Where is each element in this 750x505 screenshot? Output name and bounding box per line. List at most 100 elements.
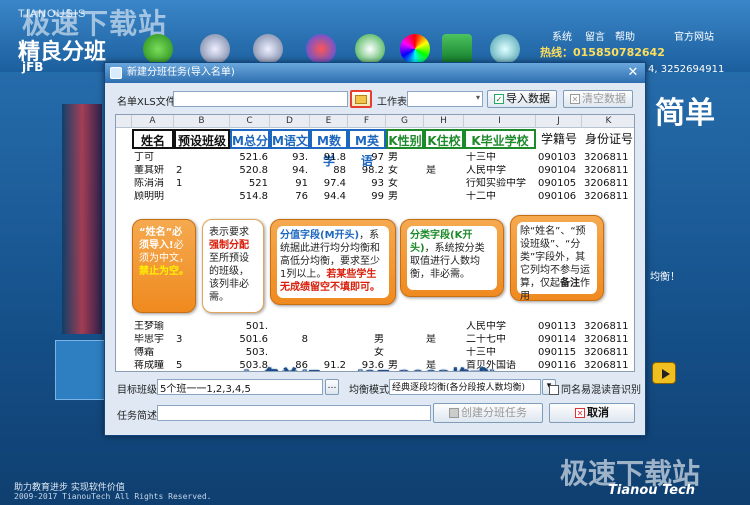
sheet-cell (232, 204, 268, 216)
link-icon[interactable] (355, 34, 385, 64)
clear-data-button[interactable]: ✕ 清空数据 (563, 90, 633, 108)
help-link[interactable]: 帮助 (615, 28, 635, 43)
side-text: 简单 (655, 96, 715, 131)
same-name-option[interactable]: 同名易混读音识别 (549, 381, 641, 396)
create-task-button[interactable]: 创建分班任务 (433, 403, 543, 423)
import-data-button[interactable]: ✓ 导入数据 (487, 90, 557, 108)
qq-number: 4, 3252694911 (648, 64, 725, 75)
tip-name: “姓名”必须导入!必须为中文，禁止为空。 (132, 219, 196, 313)
sheet-cell: 5 (176, 360, 183, 371)
sheet-cell: 3 (176, 334, 183, 345)
sheet-cell: 090105 (538, 178, 577, 189)
header-gender: K性别 (386, 129, 424, 149)
cancel-icon: ✕ (575, 408, 585, 418)
sheet-cell: 蒋成瞳 (134, 360, 164, 371)
target-class-value: 5个班一一1,2,3,4,5 (160, 384, 251, 395)
sheet-cell: 94.4 (323, 191, 346, 202)
sheet-label: 工作表 (377, 97, 407, 108)
target-class-input[interactable]: 5个班一一1,2,3,4,5 (157, 379, 323, 395)
new-task-dialog: 新建分班任务(导入名单) ✕ 名单XLS文件 工作表 ▾ ✓ 导入数据 ✕ 清空数据… (104, 62, 646, 436)
sheet-cell: 2 (176, 165, 183, 176)
col-letter: C (230, 115, 270, 128)
sheet-cell: 91.8 (323, 152, 346, 163)
sheet-cell: 3206811 (584, 178, 629, 189)
desc-input[interactable] (157, 405, 431, 421)
sheet-cell (176, 347, 228, 359)
globe-icon[interactable] (490, 34, 520, 64)
sheet-cell: 76 (295, 191, 308, 202)
play-button[interactable] (652, 362, 676, 384)
sheet-cell (350, 204, 384, 216)
message-link[interactable]: 留言 (585, 28, 605, 43)
sheet-cell (388, 334, 422, 346)
sheet-cell (272, 204, 308, 216)
sheet-cell: 88 (333, 165, 346, 176)
side-banner (62, 104, 102, 334)
col-letter: K (582, 115, 634, 128)
header-id-card: 身份证号 (584, 132, 633, 146)
sheet-cell: 3206811 (584, 360, 629, 371)
hotline: 热线：015850782642 (540, 46, 665, 59)
folder-icon (355, 95, 367, 104)
sheet-cell (176, 204, 228, 216)
dialog-icon (110, 67, 122, 79)
add-icon[interactable] (143, 34, 173, 64)
sheet-cell: 090103 (538, 152, 577, 163)
sheet-cell (388, 204, 422, 216)
excel-icon[interactable] (442, 34, 472, 64)
open-folder-button[interactable] (350, 90, 372, 108)
dialog-title: 新建分班任务(导入名单) (127, 67, 235, 78)
xls-file-input[interactable] (173, 91, 348, 107)
col-letter: F (348, 115, 386, 128)
corner-cell (116, 115, 132, 128)
sheet-cell: 行知实验中学 (466, 178, 526, 189)
tip-score: 分值字段(M开头)，系统据此进行均分均衡和高低分均衡，要求至少1列以上。若某些学… (270, 219, 396, 305)
sheet-cell: 090116 (538, 360, 577, 371)
header-preset-class: 预设班级 (174, 129, 230, 149)
list-icon[interactable] (200, 34, 230, 64)
sheet-cell (176, 191, 228, 203)
sheet-cell: 毕思宇 (134, 334, 164, 345)
sheet-cell: 090113 (538, 321, 577, 332)
column-letter-bar: A B C D E F G H I J K (116, 115, 634, 128)
sheet-cell: 97.4 (323, 178, 346, 189)
desc-label: 任务简述 (117, 411, 157, 422)
sheet-select[interactable]: ▾ (407, 91, 483, 107)
color-wheel-icon[interactable] (400, 34, 430, 64)
sheet-cell: 090115 (538, 347, 577, 358)
check-icon: ✓ (494, 94, 504, 104)
sheet-cell: 3206811 (584, 191, 629, 202)
sheet-cell: 99 (371, 191, 384, 202)
sheet-cell: 521 (248, 178, 268, 189)
cancel-button[interactable]: ✕ 取消 (549, 403, 635, 423)
sheet-cell: 人民中学 (466, 165, 506, 176)
tip-preset-t3: 至所预设的班级，该列非必需。 (209, 253, 249, 303)
target-class-label: 目标班级 (117, 385, 157, 396)
checkbox-icon[interactable] (549, 385, 559, 395)
site-link[interactable]: 官方网站 (674, 28, 714, 43)
sheet-cell (426, 152, 462, 164)
sheet-cell: 丁可 (134, 152, 154, 163)
sheet-cell: 人民中学 (466, 321, 506, 332)
sheet-cell: 顾明明 (134, 191, 164, 202)
sheet-cell: 3206811 (584, 165, 629, 176)
tip-preset-t2: 强制分配 (209, 240, 249, 251)
target-class-more-button[interactable]: … (325, 379, 339, 395)
sheet-cell: 十二中 (466, 191, 496, 202)
people-icon[interactable] (306, 34, 336, 64)
sheet-cell: 男 (374, 334, 384, 345)
list2-icon[interactable] (253, 34, 283, 64)
tip-others: 除“姓名”、“预设班级”、“分类”字段外，其它列均不参与运算，仅起备注作用 (510, 215, 604, 302)
sheet-cell: 97 (371, 152, 384, 163)
sheet-cell (426, 191, 462, 203)
data-sheet: A B C D E F G H I J K 姓名 预设班级 M总分 M语文 M数… (115, 114, 635, 372)
header-math: M数学 (310, 129, 348, 168)
col-letter: D (270, 115, 310, 128)
mode-select[interactable]: 经典逐段均衡(各分段按人数均衡) (389, 379, 541, 395)
sheet-cell (312, 334, 346, 346)
tip-others-t2: 备注 (560, 278, 580, 289)
clear-icon: ✕ (570, 94, 580, 104)
system-link[interactable]: 系统 (552, 28, 572, 43)
sheet-cell: 503. (245, 347, 268, 358)
close-icon[interactable]: ✕ (625, 65, 641, 81)
